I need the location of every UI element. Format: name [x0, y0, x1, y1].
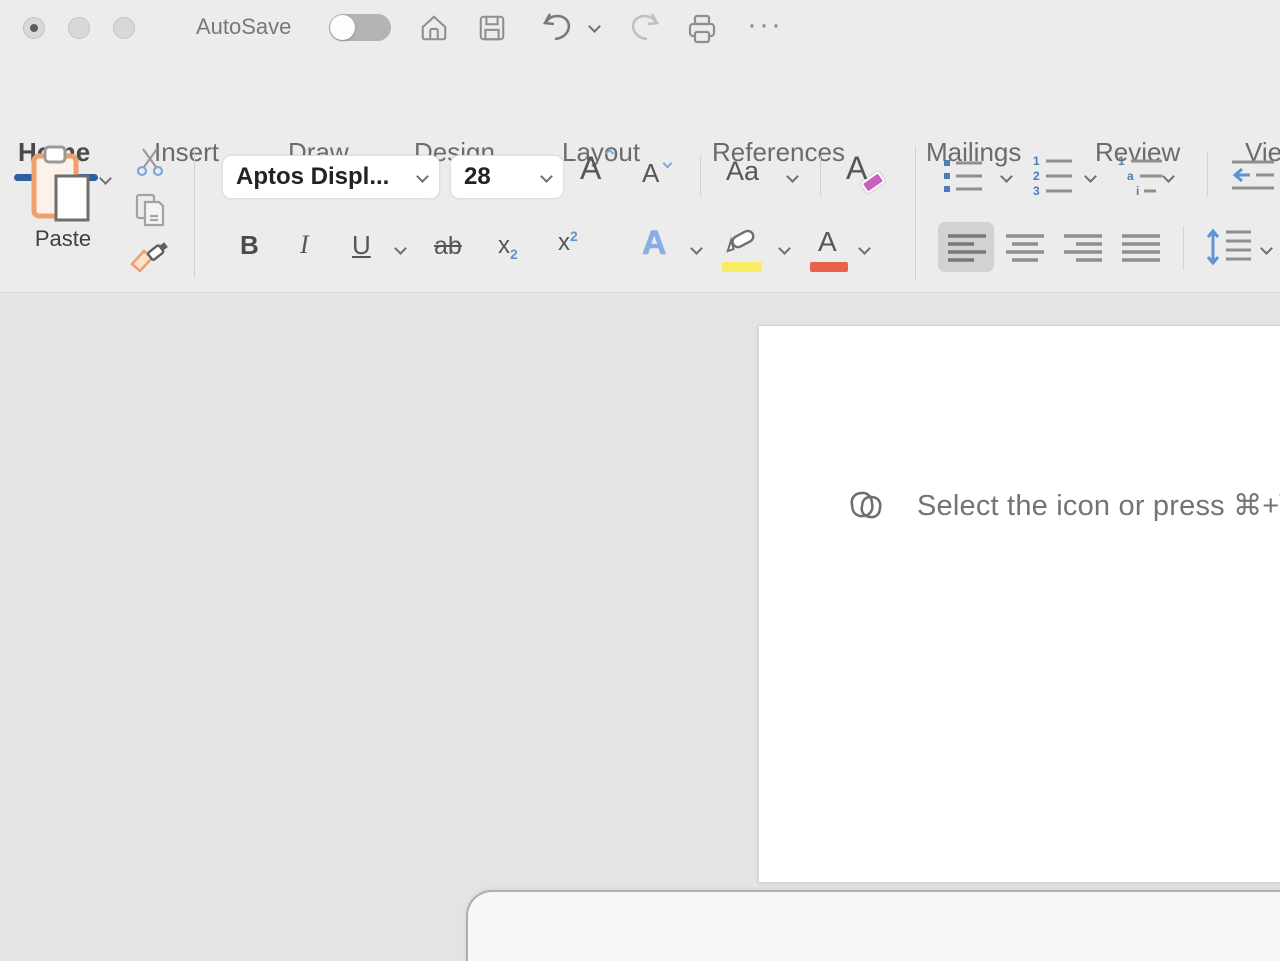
numbering-button[interactable]: 123	[1032, 154, 1074, 196]
ribbon-tabbar: Home Insert Draw Design Layout Reference…	[0, 56, 1280, 132]
svg-text:2: 2	[1033, 169, 1040, 183]
align-center-button[interactable]	[1006, 233, 1044, 263]
window-minimize-button[interactable]	[68, 17, 90, 39]
titlebar: AutoSave ···	[0, 0, 1280, 56]
bullets-button[interactable]	[944, 158, 984, 194]
autosave-toggle[interactable]	[329, 14, 391, 41]
decrease-indent-button[interactable]	[1232, 158, 1276, 194]
font-name-select[interactable]: Aptos Displ...	[222, 155, 440, 199]
copilot-icon[interactable]	[847, 486, 885, 524]
small-divider	[820, 156, 821, 196]
superscript-button[interactable]: x2	[558, 228, 578, 257]
multilevel-list-chevron[interactable]	[1162, 170, 1175, 183]
group-divider	[915, 146, 916, 280]
bottom-panel[interactable]	[466, 890, 1280, 961]
document-page[interactable]: Select the icon or press ⌘+\	[758, 325, 1280, 883]
strikethrough-button[interactable]: ab	[434, 232, 462, 261]
cut-icon[interactable]	[134, 146, 166, 178]
font-color-button[interactable]: A	[818, 226, 837, 258]
home-quick-icon[interactable]	[419, 13, 449, 43]
redo-icon	[628, 10, 662, 44]
small-divider	[1207, 152, 1208, 196]
grow-font-button[interactable]: A	[580, 150, 601, 187]
format-painter-icon[interactable]	[130, 238, 170, 272]
font-color-bar	[810, 262, 848, 272]
unsaved-dot	[30, 24, 38, 32]
text-effects-chevron[interactable]	[690, 242, 703, 255]
multilevel-list-button[interactable]: 1ai	[1118, 154, 1164, 196]
group-divider	[194, 148, 195, 278]
highlight-color-bar	[722, 262, 762, 272]
bold-button[interactable]: B	[240, 230, 259, 261]
shrink-font-mark	[663, 159, 673, 169]
copy-icon[interactable]	[133, 192, 167, 228]
clear-formatting-button[interactable]: A	[846, 150, 867, 187]
undo-dropdown-chevron[interactable]	[588, 20, 601, 33]
print-icon[interactable]	[686, 13, 718, 45]
justify-button[interactable]	[1122, 233, 1160, 263]
undo-icon[interactable]	[540, 10, 574, 44]
svg-text:i: i	[1136, 184, 1139, 196]
font-name-value: Aptos Displ...	[236, 163, 389, 191]
underline-button[interactable]: U	[352, 230, 371, 261]
change-case-chevron[interactable]	[786, 170, 799, 183]
numbering-chevron[interactable]	[1084, 170, 1097, 183]
save-icon[interactable]	[477, 13, 507, 43]
copilot-prompt[interactable]: Select the icon or press ⌘+\	[847, 486, 1280, 524]
highlight-button[interactable]	[722, 224, 766, 254]
window-close-button[interactable]	[23, 17, 45, 39]
italic-button[interactable]: I	[300, 230, 309, 260]
small-divider	[1183, 226, 1184, 270]
svg-text:3: 3	[1033, 184, 1040, 196]
autosave-toggle-knob	[330, 15, 355, 40]
font-size-value: 28	[464, 163, 491, 191]
highlight-chevron[interactable]	[778, 242, 791, 255]
align-right-button[interactable]	[1064, 233, 1102, 263]
window-zoom-button[interactable]	[113, 17, 135, 39]
svg-text:1: 1	[1118, 154, 1125, 168]
change-case-button[interactable]: Aa	[726, 156, 759, 187]
more-commands-icon[interactable]: ···	[747, 8, 783, 42]
svg-text:1: 1	[1033, 154, 1040, 168]
shrink-font-button[interactable]: A	[642, 158, 659, 189]
align-left-button[interactable]	[948, 233, 986, 263]
document-canvas[interactable]: Select the icon or press ⌘+\	[0, 294, 1280, 961]
subscript-button[interactable]: x2	[498, 232, 518, 262]
font-color-chevron[interactable]	[858, 242, 871, 255]
text-effects-button[interactable]: A	[642, 224, 667, 263]
bullets-chevron[interactable]	[1000, 170, 1013, 183]
paste-icon[interactable]	[28, 144, 96, 226]
svg-text:a: a	[1127, 169, 1134, 183]
word-window: { "titlebar": { "autosave_label": "AutoS…	[0, 0, 1280, 961]
paste-dropdown-chevron[interactable]	[99, 172, 112, 185]
line-spacing-button[interactable]	[1206, 228, 1252, 266]
small-divider	[700, 156, 701, 196]
line-spacing-chevron[interactable]	[1260, 242, 1273, 255]
ribbon: Paste Aptos Displ... 28	[0, 132, 1280, 293]
paste-button[interactable]: Paste	[20, 226, 106, 252]
underline-chevron[interactable]	[394, 242, 407, 255]
autosave-label: AutoSave	[196, 14, 291, 40]
grow-font-mark	[605, 149, 615, 159]
copilot-hint-text: Select the icon or press ⌘+\	[917, 488, 1280, 523]
